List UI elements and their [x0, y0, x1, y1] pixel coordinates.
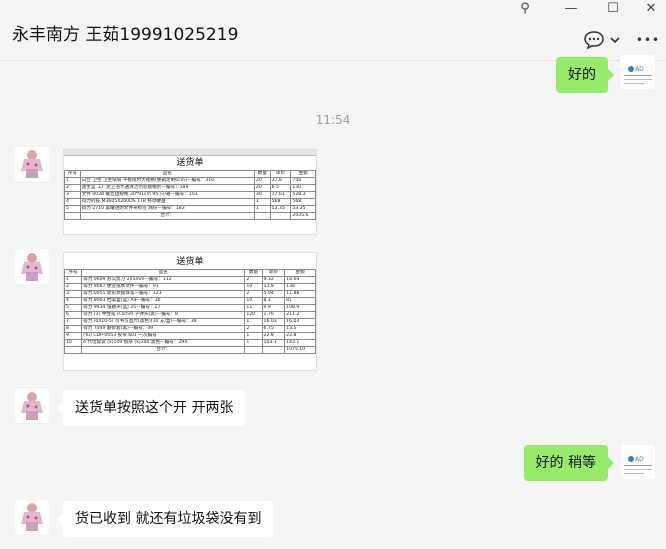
table-row: 1 日立 卫生 卫生纸筒 平板纸巾大规格(整箱定制6cm)—编号：316 20 37.…	[64, 177, 316, 185]
svg-text:AD: AD	[635, 456, 644, 463]
image-message[interactable]: 送货单 序号 品名 数量 单价 金额 1 得力 0009 办公剪刀 205mm—编…	[63, 252, 317, 371]
timestamp: 11:54	[315, 113, 351, 127]
table-total: 合计： 2035.6	[64, 212, 316, 220]
contact-avatar[interactable]	[15, 500, 49, 534]
table-row: 4 得力 9063 档案盒(蓝) A4—编号：36 10 8.1 81	[64, 297, 316, 305]
message-list[interactable]: 好的 AD 11:54 送货单 序号 品名 数量 单价 金额 1 日立 卫生 卫…	[0, 55, 666, 549]
image-message[interactable]: 送货单 序号 品名 数量 单价 金额 1 日立 卫生 卫生纸筒 平板纸巾大规格(整…	[63, 149, 317, 235]
chat-bubble-icon[interactable]	[582, 30, 606, 50]
table-row: 4 得力的技 M3605X200DS 1TB 移动硬盘 1 568 568	[64, 198, 316, 206]
contact-name: 永丰南方 王茹19991025219	[12, 25, 239, 45]
doc-title: 送货单	[176, 158, 204, 168]
table-row: 5 得力 2710 晨曦透明文件夹标签 两份—编号：183 1 53.35 53.35	[64, 205, 316, 213]
more-icon[interactable]: •••	[636, 30, 660, 50]
table-row: 8 得力 7049 磨砂套(黑)—编号：39 2 6.75 13.5	[64, 325, 316, 333]
table-row: 7 得力 (0410-5) 可书写直尺(黑色)(10 支/盒)—编号：38 1 16.…	[64, 318, 316, 326]
chat-header: 永丰南方 王茹19991025219 ⚲ — ☐ ✕ •••	[0, 0, 666, 61]
self-avatar[interactable]: AD	[621, 55, 655, 89]
minimize-button[interactable]: —	[556, 0, 586, 16]
message-bubble[interactable]: 送货单按照这个开 开两张	[56, 390, 246, 426]
doc-title: 送货单	[176, 257, 204, 267]
contact-avatar[interactable]	[15, 250, 49, 284]
table-row: 2 速生蓝 工厂定卫浴卡通清洁剂装膜模剂—编号：189 20 6.5 130	[64, 184, 316, 192]
pin-icon[interactable]: ⚲	[510, 0, 540, 16]
table-row: 9 (Yu) CDP-0053 胶带 601 一次编号 1 22.8 22.8	[64, 332, 316, 340]
self-avatar[interactable]: AD	[621, 445, 655, 479]
table-row: 10 e 代垃圾袋 (x)100 加厚 (x)240 黑色—编号：294 1 143.…	[64, 339, 316, 347]
table-header: 序号 品名 数量 单价 金额	[64, 170, 316, 178]
table-row: 1 得力 0009 办公剪刀 205mm—编号：112 2 9.32 18.64	[64, 276, 316, 284]
message-bubble[interactable]: 好的 稍等	[523, 445, 615, 481]
table-row: 3 得力 0051 新形状圆珠笔—编号：123 2 5.94 11.88	[64, 290, 316, 298]
contact-avatar[interactable]	[15, 147, 49, 181]
maximize-button[interactable]: ☐	[598, 0, 628, 16]
table-total: 合计： 1075.10	[64, 346, 316, 354]
svg-text:AD: AD	[635, 66, 644, 73]
table-row: 5 得力 9934 强磁夹(蓝) 25—编号：17 11 9.9 108.9	[64, 304, 316, 312]
message-bubble[interactable]: 货已收到 就还有垃圾袋没有到	[56, 501, 274, 537]
table-row: 2 得力 9087 便签纸本文件—编号：91 10 13.8 138	[64, 283, 316, 291]
message-bubble[interactable]: 好的	[556, 57, 614, 93]
table-header: 序号 品名 数量 单价 金额	[64, 269, 316, 277]
table-row: 6 得力 (3) 中性笔 0.5mm 子弹头(黑)—编号：8 120 1.76 211.…	[64, 311, 316, 319]
close-button[interactable]: ✕	[636, 0, 666, 16]
delivery-table: 序号 品名 数量 单价 金额 1 得力 0009 办公剪刀 205mm—编号：11…	[64, 269, 316, 354]
table-row: 3 文件 0028 螺丝短规格 30*91cm 95 只/箱—编号：103 30 17…	[64, 191, 316, 199]
delivery-table: 序号 品名 数量 单价 金额 1 日立 卫生 卫生纸筒 平板纸巾大规格(整箱定制6…	[64, 170, 316, 220]
chevron-down-icon[interactable]	[608, 30, 622, 50]
contact-avatar[interactable]	[15, 389, 49, 423]
